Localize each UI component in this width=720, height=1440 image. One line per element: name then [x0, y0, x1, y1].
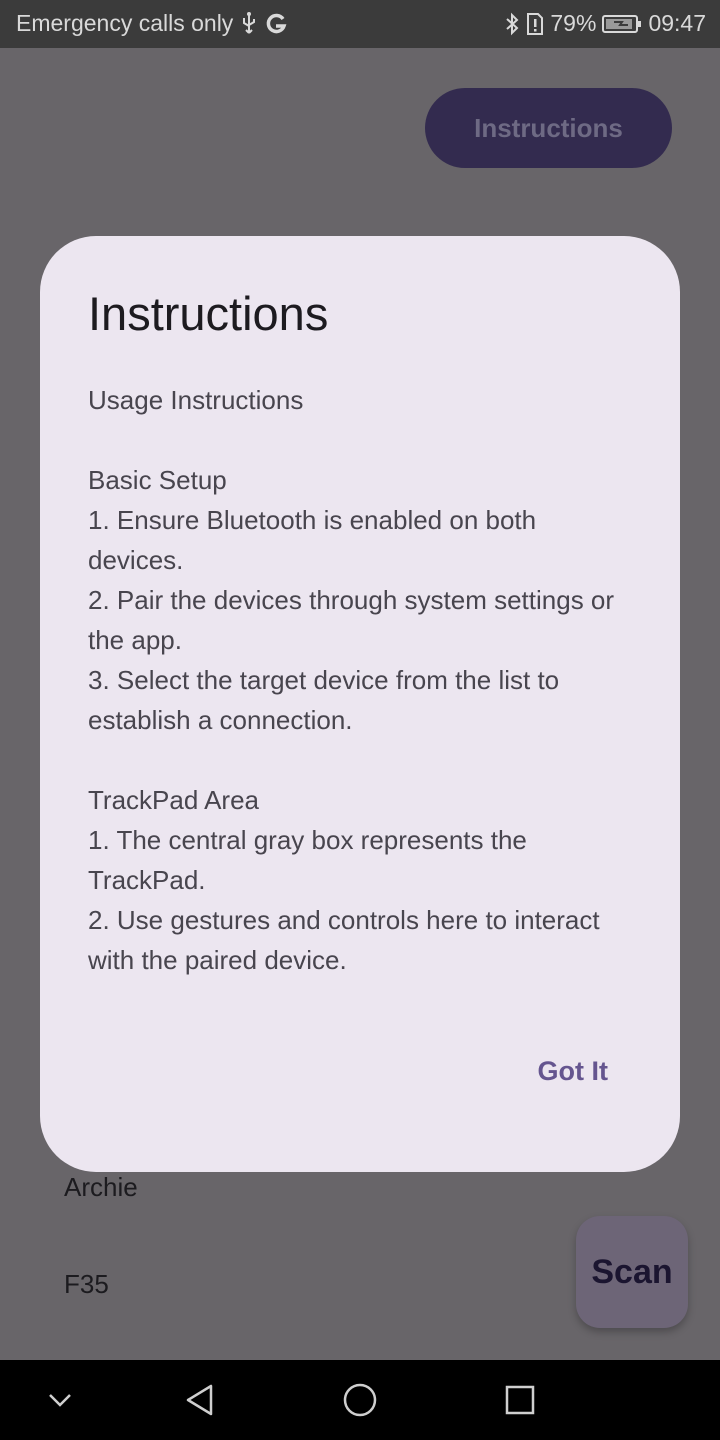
carrier-text: Emergency calls only [16, 10, 234, 36]
status-bar: Emergency calls only 79% 09:47 [0, 0, 720, 48]
section-title-trackpad: TrackPad Area [88, 785, 260, 815]
navigation-bar [0, 1360, 720, 1440]
usage-heading: Usage Instructions [88, 385, 304, 415]
section-title-basic-setup: Basic Setup [88, 465, 227, 495]
clock: 09:47 [648, 10, 706, 36]
device-list-item[interactable]: F35 [64, 1269, 109, 1300]
setup-step: 1. Ensure Bluetooth is enabled on both d… [88, 505, 537, 575]
got-it-button[interactable]: Got It [538, 1056, 608, 1087]
setup-step: 2. Pair the devices through system setti… [88, 585, 615, 655]
back-icon[interactable] [180, 1380, 220, 1420]
chevron-down-icon[interactable] [40, 1380, 80, 1420]
trackpad-step: 2. Use gestures and controls here to int… [88, 905, 600, 975]
bluetooth-icon [504, 12, 520, 36]
home-icon[interactable] [340, 1380, 380, 1420]
google-icon [265, 13, 287, 35]
sim-alert-icon [526, 12, 544, 36]
instructions-dialog: Instructions Usage Instructions Basic Se… [40, 236, 680, 1172]
dialog-title: Instructions [88, 287, 329, 340]
recents-icon[interactable] [500, 1380, 540, 1420]
battery-percent: 79% [550, 10, 597, 36]
dialog-body: Usage Instructions Basic Setup 1. Ensure… [88, 380, 638, 980]
battery-icon [602, 14, 642, 34]
scan-button[interactable]: Scan [576, 1216, 688, 1328]
usb-icon [241, 11, 257, 36]
instructions-button[interactable]: Instructions [425, 88, 672, 168]
device-list-item[interactable]: Archie [64, 1172, 138, 1203]
setup-step: 3. Select the target device from the lis… [88, 665, 560, 735]
trackpad-step: 1. The central gray box represents the T… [88, 825, 527, 895]
